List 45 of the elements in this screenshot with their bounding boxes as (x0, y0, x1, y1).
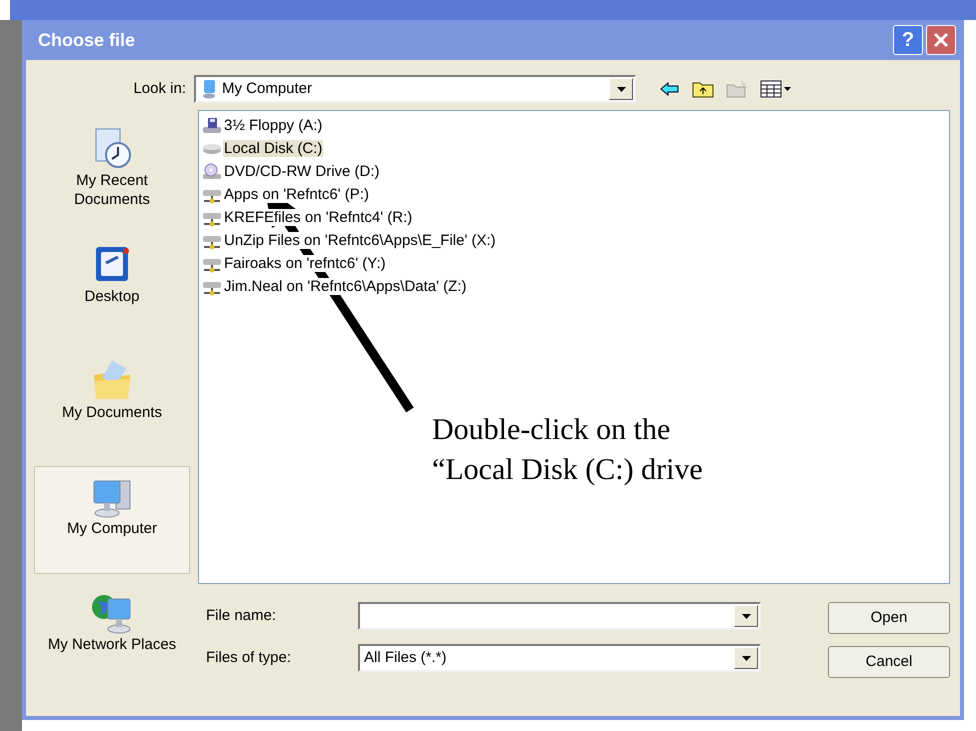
back-arrow-icon[interactable] (660, 81, 680, 97)
places-item[interactable]: My Network Places (34, 582, 190, 690)
file-item[interactable]: Apps on 'Refntc6' (P:) (223, 186, 370, 203)
file-name-label: File name: (205, 606, 278, 626)
places-item[interactable]: Desktop (34, 234, 190, 342)
close-icon (933, 32, 949, 48)
file-item[interactable]: Fairoaks on 'refntc6' (Y:) (223, 255, 387, 272)
places-item[interactable]: My Computer (34, 466, 190, 574)
place-label: My Documents (60, 403, 164, 422)
window-title: Choose file (38, 28, 136, 52)
places-item[interactable]: My Recent Documents (34, 118, 190, 226)
file-item[interactable]: KREFEfiles on 'Refntc4' (R:) (223, 209, 414, 226)
places-item[interactable]: My Documents (34, 350, 190, 458)
close-button[interactable] (926, 25, 956, 55)
file-name-combo[interactable] (358, 602, 761, 630)
computer-icon (200, 79, 218, 99)
place-label: Desktop (83, 287, 141, 306)
folder-up-icon[interactable] (692, 80, 714, 98)
caret-icon[interactable] (784, 87, 791, 91)
dropdown-button[interactable] (609, 78, 633, 100)
caret-icon (616, 86, 626, 92)
floppy-drive-icon (202, 116, 222, 134)
file-item[interactable]: 3½ Floppy (A:) (223, 117, 324, 134)
help-button[interactable]: ? (893, 25, 923, 55)
dialog-button[interactable]: Cancel (828, 646, 950, 678)
file-item[interactable]: Local Disk (C:) (223, 140, 324, 157)
file-type-combo[interactable]: All Files (*.*) (358, 644, 761, 672)
look-in-combo[interactable]: My Computer (194, 75, 636, 103)
caret-icon (742, 614, 750, 618)
disc-drive-icon (202, 162, 222, 180)
look-in-value: My Computer (222, 78, 314, 99)
caret-icon (742, 656, 750, 660)
view-menu-icon[interactable] (760, 80, 782, 98)
place-label: My Network Places (47, 635, 177, 654)
look-in-label: Look in: (132, 78, 187, 99)
annotation-text: Double-click on the “Local Disk (C:) drive (432, 412, 703, 488)
place-label: My Computer (66, 519, 158, 538)
file-item[interactable]: UnZip Files on 'Refntc6\Apps\E_File' (X:) (223, 232, 497, 249)
dialog-button[interactable]: Open (828, 602, 950, 634)
dropdown-button[interactable] (734, 605, 758, 627)
file-item[interactable]: Jim.Neal on 'Refntc6\Apps\Data' (Z:) (223, 278, 468, 295)
dropdown-button[interactable] (734, 647, 758, 669)
file-type-label: Files of type: (205, 648, 292, 668)
file-item[interactable]: DVD/CD-RW Drive (D:) (223, 163, 381, 180)
place-label: My Recent Documents (73, 171, 151, 209)
